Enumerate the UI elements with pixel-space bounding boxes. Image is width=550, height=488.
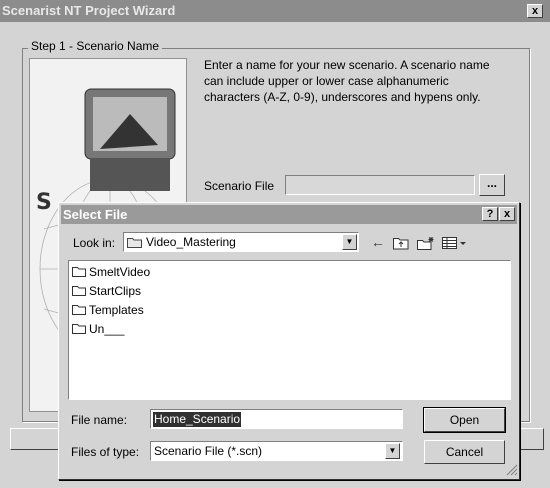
files-of-type-value: Scenario File (*.scn)	[154, 444, 263, 458]
files-of-type-label: Files of type:	[71, 445, 140, 459]
dialog-help-button[interactable]: ?	[482, 207, 498, 221]
wizard-description: Enter a name for your new scenario. A sc…	[204, 58, 490, 104]
wizard-close-button[interactable]: x	[527, 4, 543, 18]
folder-icon	[72, 322, 86, 334]
list-item[interactable]: Un___	[72, 321, 124, 337]
file-list[interactable]	[68, 260, 511, 400]
dialog-title: Select File	[61, 205, 517, 224]
browse-button[interactable]: ...	[479, 174, 505, 196]
open-button[interactable]: Open	[423, 407, 506, 433]
chevron-down-icon[interactable]: ▼	[342, 234, 357, 250]
chevron-down-icon[interactable]: ▼	[385, 443, 400, 459]
svg-text:S: S	[36, 190, 52, 215]
folder-icon	[72, 284, 86, 296]
list-item[interactable]: Templates	[72, 302, 144, 318]
resize-grip-icon[interactable]	[504, 462, 518, 476]
look-in-label: Look in:	[73, 236, 116, 250]
back-arrow-icon[interactable]: ←	[368, 232, 388, 252]
up-folder-icon[interactable]	[391, 232, 411, 252]
view-menu-icon[interactable]	[441, 232, 469, 252]
folder-icon	[127, 236, 142, 251]
list-item-label: SmeltVideo	[89, 265, 151, 279]
file-name-value: Home_Scenario	[153, 412, 242, 427]
file-name-label: File name:	[71, 413, 128, 427]
list-item-label: Templates	[89, 303, 144, 317]
wizard-back-button[interactable]	[10, 428, 60, 450]
folder-icon	[72, 265, 86, 277]
new-folder-icon[interactable]	[416, 232, 436, 252]
folder-icon	[72, 303, 86, 315]
dialog-close-button[interactable]: x	[499, 207, 515, 221]
list-item[interactable]: StartClips	[72, 283, 141, 299]
step-label: Step 1 - Scenario Name	[28, 39, 163, 53]
list-item-label: StartClips	[89, 284, 142, 298]
wizard-title: Scenarist NT Project Wizard	[0, 0, 550, 22]
look-in-value: Video_Mastering	[146, 235, 236, 249]
cancel-button[interactable]: Cancel	[424, 440, 505, 464]
scenario-file-input[interactable]	[285, 175, 475, 195]
list-item-label: Un___	[89, 322, 125, 336]
list-item[interactable]: SmeltVideo	[72, 264, 150, 280]
scenario-file-label: Scenario File	[204, 179, 275, 193]
